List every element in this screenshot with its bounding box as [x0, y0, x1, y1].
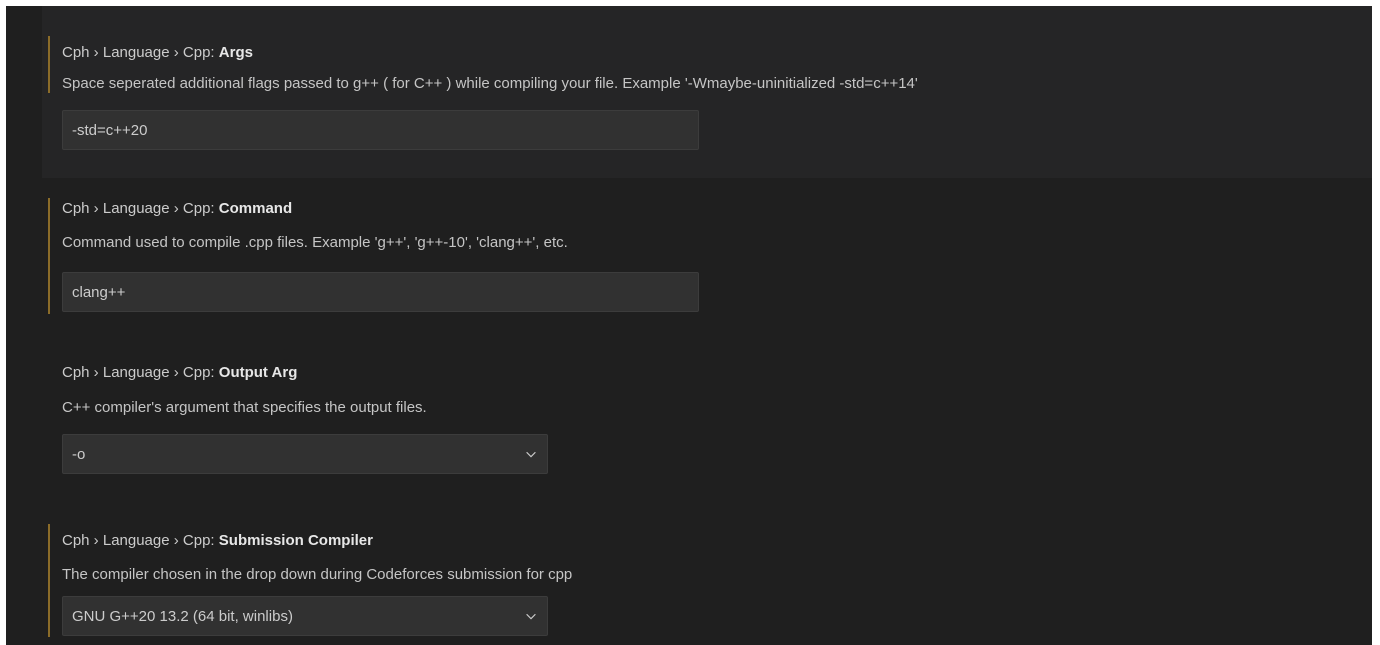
- dropdown-value: -o: [72, 445, 86, 463]
- setting-description: The compiler chosen in the drop down dur…: [62, 566, 573, 583]
- command-input[interactable]: [62, 272, 699, 312]
- setting-category: Cph › Language › Cpp:: [62, 364, 219, 381]
- setting-args[interactable]: Cph › Language › Cpp: Args Space seperat…: [42, 6, 1372, 178]
- setting-output-arg[interactable]: Cph › Language › Cpp: Output Arg C++ com…: [42, 338, 1372, 498]
- setting-category: Cph › Language › Cpp:: [62, 200, 219, 217]
- setting-key: Command: [218, 200, 293, 217]
- setting-description: Space seperated additional flags passed …: [62, 75, 918, 92]
- dropdown-value: GNU G++20 13.2 (64 bit, winlibs): [72, 607, 293, 625]
- output-arg-dropdown[interactable]: -o: [62, 434, 548, 474]
- setting-title: Cph › Language › Cpp: Command: [62, 200, 292, 217]
- setting-submission-compiler[interactable]: Cph › Language › Cpp: Submission Compile…: [42, 498, 1372, 645]
- modified-indicator: [48, 198, 50, 314]
- setting-key: Submission Compiler: [218, 532, 373, 549]
- setting-category: Cph › Language › Cpp:: [62, 532, 219, 549]
- setting-key: Args: [218, 44, 253, 61]
- modified-indicator: [48, 524, 50, 637]
- setting-title: Cph › Language › Cpp: Output Arg: [62, 364, 297, 381]
- setting-command[interactable]: Cph › Language › Cpp: Command Command us…: [42, 178, 1372, 338]
- chevron-down-icon: [524, 447, 538, 461]
- setting-category: Cph › Language › Cpp:: [62, 44, 219, 61]
- setting-description: C++ compiler's argument that specifies t…: [62, 399, 427, 416]
- chevron-down-icon: [524, 609, 538, 623]
- modified-indicator: [48, 36, 50, 93]
- submission-compiler-dropdown[interactable]: GNU G++20 13.2 (64 bit, winlibs): [62, 596, 548, 636]
- args-input[interactable]: [62, 110, 699, 150]
- setting-key: Output Arg: [218, 364, 298, 381]
- setting-description: Command used to compile .cpp files. Exam…: [62, 234, 568, 251]
- settings-editor: Cph › Language › Cpp: Args Space seperat…: [6, 6, 1372, 645]
- setting-title: Cph › Language › Cpp: Submission Compile…: [62, 532, 373, 549]
- setting-title: Cph › Language › Cpp: Args: [62, 44, 253, 61]
